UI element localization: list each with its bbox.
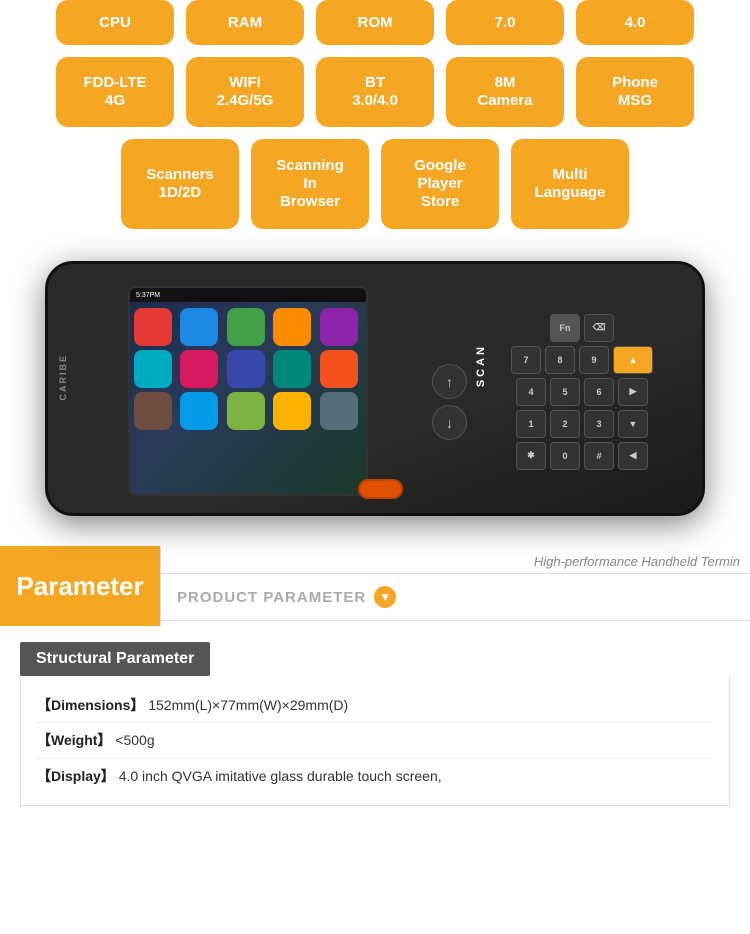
- key-nav-right: ▶: [618, 378, 648, 406]
- nav-arrows: ↑ ↓: [432, 364, 467, 440]
- parameter-title: Parameter: [16, 571, 143, 602]
- spec-multi-language: MultiLanguage: [511, 139, 629, 229]
- key-3: 3: [584, 410, 614, 438]
- specs-row-1: CPU RAM ROM 7.0 4.0: [30, 0, 720, 45]
- key-row-5: ✱ 0 # ◀: [516, 442, 648, 470]
- product-param-text: PRODUCT PARAMETER: [177, 589, 366, 606]
- key-0: 0: [550, 442, 580, 470]
- product-param-bar: PRODUCT PARAMETER ▼: [161, 573, 750, 621]
- device-screen: 5:37PM: [128, 286, 368, 496]
- screen-status-bar: 5:37PM: [130, 288, 366, 302]
- spec-scanners: Scanners1D/2D: [121, 139, 239, 229]
- spec-rom: ROM: [316, 0, 434, 45]
- key-fn: Fn: [550, 314, 580, 342]
- app-icon-7: [180, 350, 218, 388]
- parameter-label: Parameter: [0, 546, 160, 626]
- parameter-right: High-performance Handheld Termin PRODUCT…: [160, 546, 750, 626]
- specs-row-2: FDD-LTE4G WIFI2.4G/5G BT3.0/4.0 8MCamera…: [30, 57, 720, 127]
- struct-section: Structural Parameter 【Dimensions】 152mm(…: [0, 626, 750, 822]
- spec-bt: BT3.0/4.0: [316, 57, 434, 127]
- key-6: 6: [584, 378, 614, 406]
- app-icon-15: [320, 392, 358, 430]
- spec-wifi: WIFI2.4G/5G: [186, 57, 304, 127]
- struct-header: Structural Parameter: [20, 642, 210, 676]
- screen-time: 5:37PM: [136, 292, 160, 299]
- device-section: CARIBE 5:37PM: [0, 251, 750, 536]
- app-icon-13: [227, 392, 265, 430]
- key-star: ✱: [516, 442, 546, 470]
- spec-camera: 8MCamera: [446, 57, 564, 127]
- parameter-section: Parameter High-performance Handheld Term…: [0, 546, 750, 626]
- app-icon-10: [320, 350, 358, 388]
- spec-fdd-lte: FDD-LTE4G: [56, 57, 174, 127]
- spec-display: 4.0: [576, 0, 694, 45]
- key-5: 5: [550, 378, 580, 406]
- struct-val-display: 4.0 inch QVGA imitative glass durable to…: [119, 768, 442, 784]
- struct-val-weight: <500g: [115, 732, 154, 748]
- nav-up-btn: ↑: [432, 364, 467, 399]
- brand-label: CARIBE: [58, 354, 68, 401]
- high-perf-text: High-performance Handheld Termin: [161, 546, 750, 573]
- device-keypad: Fn ⌫ 7 8 9 ▲ 4 5 6 ▶ 1 2 3 ▼ ✱: [482, 279, 682, 504]
- app-icon-12: [180, 392, 218, 430]
- chevron-down-icon: ▼: [374, 586, 396, 608]
- key-nav-down: ▼: [618, 410, 648, 438]
- spec-ram: RAM: [186, 0, 304, 45]
- spec-cpu: CPU: [56, 0, 174, 45]
- struct-row-dimensions: 【Dimensions】 152mm(L)×77mm(W)×29mm(D): [37, 688, 713, 723]
- app-icon-9: [273, 350, 311, 388]
- app-icon-8: [227, 350, 265, 388]
- struct-row-display: 【Display】 4.0 inch QVGA imitative glass …: [37, 759, 713, 793]
- struct-key-display: 【Display】: [37, 768, 115, 784]
- nav-down-btn: ↓: [432, 405, 467, 440]
- key-4: 4: [516, 378, 546, 406]
- app-icon-5: [320, 308, 358, 346]
- struct-key-dimensions: 【Dimensions】: [37, 697, 144, 713]
- key-nav-up: ▲: [613, 346, 653, 374]
- app-grid: [130, 302, 366, 436]
- key-row-2: 7 8 9 ▲: [511, 346, 653, 374]
- spec-google-player: GooglePlayerStore: [381, 139, 499, 229]
- app-icon-1: [134, 308, 172, 346]
- struct-row-weight: 【Weight】 <500g: [37, 723, 713, 758]
- app-icon-2: [180, 308, 218, 346]
- struct-table: 【Dimensions】 152mm(L)×77mm(W)×29mm(D) 【W…: [20, 676, 730, 806]
- key-row-1: Fn ⌫: [550, 314, 614, 342]
- key-7: 7: [511, 346, 541, 374]
- key-hash: #: [584, 442, 614, 470]
- app-icon-14: [273, 392, 311, 430]
- key-9: 9: [579, 346, 609, 374]
- spec-scanning-browser: ScanningInBrowser: [251, 139, 369, 229]
- key-row-3: 4 5 6 ▶: [516, 378, 648, 406]
- key-1: 1: [516, 410, 546, 438]
- key-backspace: ⌫: [584, 314, 614, 342]
- device-body: CARIBE 5:37PM: [45, 261, 705, 516]
- app-icon-11: [134, 392, 172, 430]
- app-icon-4: [273, 308, 311, 346]
- struct-key-weight: 【Weight】: [37, 732, 111, 748]
- key-nav-left: ◀: [618, 442, 648, 470]
- key-row-4: 1 2 3 ▼: [516, 410, 648, 438]
- app-icon-6: [134, 350, 172, 388]
- key-8: 8: [545, 346, 575, 374]
- specs-row-3: Scanners1D/2D ScanningInBrowser GooglePl…: [30, 139, 720, 229]
- spec-android: 7.0: [446, 0, 564, 45]
- app-icon-3: [227, 308, 265, 346]
- specs-section: CPU RAM ROM 7.0 4.0 FDD-LTE4G WIFI2.4G/5…: [0, 0, 750, 251]
- spec-phone-msg: PhoneMSG: [576, 57, 694, 127]
- struct-val-dimensions: 152mm(L)×77mm(W)×29mm(D): [148, 697, 348, 713]
- key-2: 2: [550, 410, 580, 438]
- bottom-button[interactable]: [358, 479, 403, 499]
